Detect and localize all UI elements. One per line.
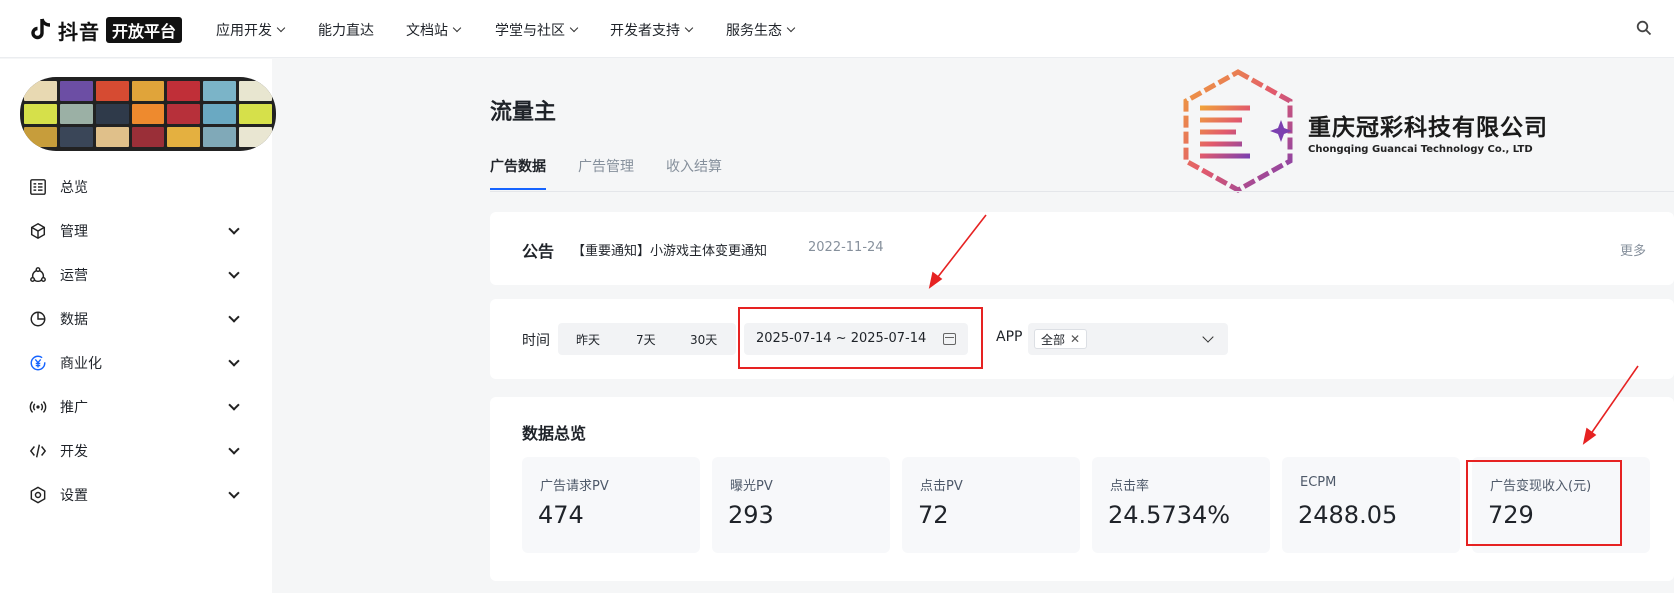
annotation-box-date: [738, 307, 983, 369]
chevron-down-icon: [228, 223, 240, 235]
chevron-down-icon: [276, 23, 286, 33]
notice-date: 2022-11-24: [808, 240, 884, 255]
chevron-down-icon: [228, 355, 240, 367]
notice-link[interactable]: 【重要通知】小游戏主体变更通知: [572, 240, 767, 259]
metric-ecpm: ECPM 2488.05: [1282, 457, 1460, 553]
nav-support[interactable]: 开发者支持: [610, 20, 694, 40]
sidebar-item-label: 推广: [60, 400, 88, 416]
notice-label: 公告: [522, 242, 555, 261]
chevron-down-icon: [569, 23, 579, 33]
metric-label: 曝光PV: [730, 479, 773, 494]
tab-bar: 广告数据 广告管理 收入结算: [490, 150, 1674, 192]
metric-label: 点击率: [1110, 479, 1150, 494]
app-select[interactable]: 全部 ✕: [1028, 323, 1228, 355]
cube-icon: [28, 221, 48, 241]
sidebar-item-settings[interactable]: 设置: [28, 483, 248, 507]
metric-label: 广告请求PV: [540, 479, 609, 494]
metric-value: 2488.05: [1298, 501, 1398, 529]
sidebar-item-label: 设置: [60, 488, 88, 504]
mosaic-banner: [20, 77, 276, 151]
data-overview-title: 数据总览: [522, 424, 587, 443]
chevron-down-icon: [228, 399, 240, 411]
30days-button[interactable]: 30天: [690, 331, 717, 348]
nav-app-dev[interactable]: 应用开发: [216, 20, 286, 40]
metric-value: 72: [918, 501, 949, 529]
chevron-down-icon: [786, 23, 796, 33]
tab-ad-data[interactable]: 广告数据: [490, 156, 546, 190]
nav-docs[interactable]: 文档站: [406, 20, 462, 40]
sidebar-item-operations[interactable]: 运营: [28, 263, 248, 287]
nav-capabilities[interactable]: 能力直达: [318, 20, 374, 40]
metric-exposure-pv: 曝光PV 293: [712, 457, 890, 553]
nav-label: 应用开发: [216, 23, 272, 39]
top-navigation: 抖音 开放平台 应用开发 能力直达 文档站 学堂与社区 开发者支持 服务生态: [0, 0, 1674, 58]
brand-badge: 开放平台: [106, 17, 183, 43]
broadcast-icon: [28, 397, 48, 417]
chevron-down-icon: [684, 23, 694, 33]
sidebar-item-manage[interactable]: 管理: [28, 219, 248, 243]
yuan-icon: [28, 353, 48, 373]
app-tag: 全部 ✕: [1034, 329, 1088, 349]
code-icon: [28, 441, 48, 461]
settings-icon: [28, 485, 48, 505]
time-label: 时间: [522, 333, 550, 349]
yesterday-button[interactable]: 昨天: [576, 331, 600, 348]
chevron-down-icon: [228, 267, 240, 279]
more-link[interactable]: 更多: [1620, 240, 1646, 259]
nav-label: 服务生态: [726, 23, 782, 39]
sidebar-item-monetization[interactable]: 商业化: [28, 351, 248, 375]
chevron-down-icon: [228, 443, 240, 455]
7days-button[interactable]: 7天: [636, 331, 656, 348]
chevron-down-icon: [1202, 331, 1214, 343]
nav-label: 文档站: [406, 23, 448, 39]
chevron-down-icon: [452, 23, 462, 33]
overview-icon: [28, 177, 48, 197]
sidebar-item-label: 总览: [60, 180, 88, 196]
metric-label: ECPM: [1300, 475, 1337, 490]
metric-value: 293: [728, 501, 774, 529]
chevron-down-icon: [228, 311, 240, 323]
metric-ad-request-pv: 广告请求PV 474: [522, 457, 700, 553]
operations-icon: [28, 265, 48, 285]
filter-card: 时间 昨天 7天 30天 2025-07-14 ~ 2025-07-14 APP…: [490, 299, 1674, 379]
nav-label: 能力直达: [318, 23, 374, 39]
nav-ecosystem[interactable]: 服务生态: [726, 20, 796, 40]
search-icon[interactable]: [1636, 20, 1652, 36]
metric-value: 474: [538, 501, 584, 529]
sidebar-item-data[interactable]: 数据: [28, 307, 248, 331]
sidebar-item-develop[interactable]: 开发: [28, 439, 248, 463]
metric-value: 24.5734%: [1108, 501, 1231, 529]
sidebar-item-promotion[interactable]: 推广: [28, 395, 248, 419]
sidebar-item-label: 管理: [60, 224, 88, 240]
pie-chart-icon: [28, 309, 48, 329]
close-icon[interactable]: ✕: [1070, 332, 1080, 346]
company-name-cn: 重庆冠彩科技有限公司: [1308, 114, 1548, 141]
quick-date-group: 昨天 7天 30天: [558, 323, 736, 355]
nav-label: 学堂与社区: [495, 23, 565, 39]
annotation-box-revenue: [1466, 460, 1622, 546]
sidebar: 总览 管理 运营 数据 商业化 推广 开发 设置: [0, 59, 276, 593]
metric-click-pv: 点击PV 72: [902, 457, 1080, 553]
sidebar-item-label: 运营: [60, 268, 88, 284]
brand-name: 抖音: [58, 19, 100, 44]
app-label: APP: [996, 329, 1023, 345]
douyin-logo[interactable]: 抖音 开放平台: [30, 17, 183, 44]
sidebar-item-label: 开发: [60, 444, 88, 460]
metric-ctr: 点击率 24.5734%: [1092, 457, 1270, 553]
sidebar-item-overview[interactable]: 总览: [28, 175, 248, 199]
tab-revenue-settlement[interactable]: 收入结算: [666, 156, 722, 188]
sidebar-item-label: 商业化: [60, 356, 102, 372]
douyin-note-icon: [31, 18, 51, 40]
nav-label: 开发者支持: [610, 23, 680, 39]
metric-label: 点击PV: [920, 479, 963, 494]
chevron-down-icon: [228, 487, 240, 499]
notice-card: 公告 【重要通知】小游戏主体变更通知 2022-11-24 更多: [490, 212, 1674, 285]
app-tag-label: 全部: [1041, 332, 1066, 347]
tab-ad-management[interactable]: 广告管理: [578, 156, 634, 188]
nav-academy[interactable]: 学堂与社区: [495, 20, 579, 40]
sidebar-item-label: 数据: [60, 312, 88, 328]
page-title: 流量主: [490, 100, 557, 125]
